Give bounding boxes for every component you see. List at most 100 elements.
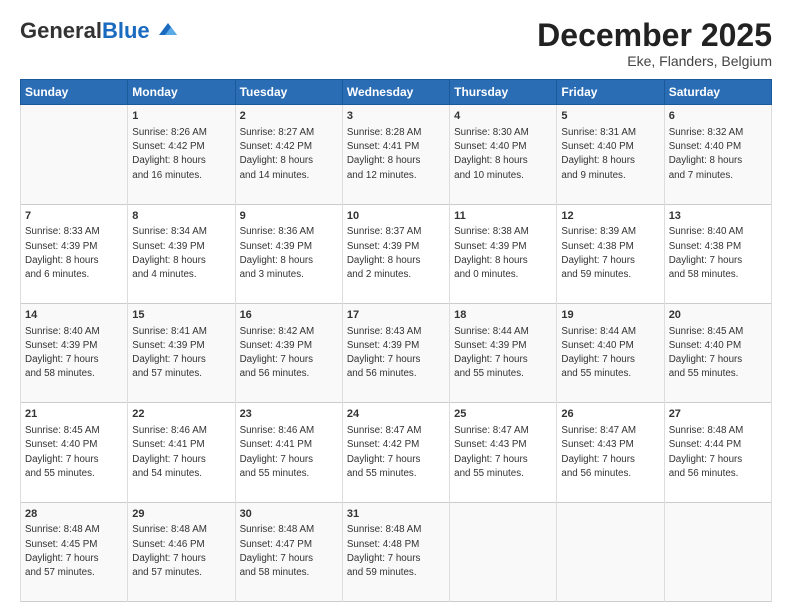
day-info: Sunrise: 8:43 AM Sunset: 4:39 PM Dayligh… [347,326,422,380]
logo-blue: Blue [102,18,150,43]
calendar-cell: 6Sunrise: 8:32 AM Sunset: 4:40 PM Daylig… [664,105,771,204]
day-of-week-header: Wednesday [342,80,449,105]
day-info: Sunrise: 8:41 AM Sunset: 4:39 PM Dayligh… [132,326,207,380]
calendar-cell: 29Sunrise: 8:48 AM Sunset: 4:46 PM Dayli… [128,502,235,601]
calendar-cell: 31 Sunrise: 8:48 AM Sunset: 4:48 PM Dayli… [342,502,449,601]
day-of-week-header: Monday [128,80,235,105]
day-info: Sunrise: 8:47 AM Sunset: 4:43 PM Dayligh… [454,425,529,479]
day-info: Sunrise: 8:45 AM Sunset: 4:40 PM Dayligh… [25,425,100,479]
day-number: 21 [25,407,123,422]
day-number: 15 [132,308,230,323]
day-number: 26 [561,407,659,422]
day-info: Sunrise: 8:44 AM Sunset: 4:39 PM Dayligh… [454,326,529,380]
day-info: Sunrise: 8:26 AM Sunset: 4:42 PM Dayligh… [132,127,207,181]
day-number: 9 [240,209,338,224]
calendar-cell: 14 Sunrise: 8:40 AM Sunset: 4:39 PM Dayli… [21,303,128,402]
calendar-week-row: 1 Sunrise: 8:26 AM Sunset: 4:42 PM Daylig… [21,105,772,204]
calendar-cell [450,502,557,601]
logo: GeneralBlue [20,18,179,43]
day-info: Sunrise: 8:38 AM Sunset: 4:39 PM Dayligh… [454,226,529,280]
calendar-cell: 19Sunrise: 8:44 AM Sunset: 4:40 PM Dayli… [557,303,664,402]
calendar-cell: 25 Sunrise: 8:47 AM Sunset: 4:43 PM Dayli… [450,403,557,502]
day-number: 22 [132,407,230,422]
day-number: 18 [454,308,552,323]
day-number: 2 [240,109,338,124]
calendar-cell: 3 Sunrise: 8:28 AM Sunset: 4:41 PM Daylig… [342,105,449,204]
day-of-week-header: Tuesday [235,80,342,105]
day-info: Sunrise: 8:48 AM Sunset: 4:44 PM Dayligh… [669,425,744,479]
calendar-week-row: 21 Sunrise: 8:45 AM Sunset: 4:40 PM Dayli… [21,403,772,502]
calendar-cell: 17 Sunrise: 8:43 AM Sunset: 4:39 PM Dayli… [342,303,449,402]
day-of-week-header: Sunday [21,80,128,105]
calendar-cell: 1 Sunrise: 8:26 AM Sunset: 4:42 PM Daylig… [128,105,235,204]
day-number: 27 [669,407,767,422]
calendar-cell: 30 Sunrise: 8:48 AM Sunset: 4:47 PM Dayli… [235,502,342,601]
day-info: Sunrise: 8:48 AM Sunset: 4:48 PM Dayligh… [347,524,422,578]
calendar-cell: 4Sunrise: 8:30 AM Sunset: 4:40 PM Daylig… [450,105,557,204]
day-number: 12 [561,209,659,224]
calendar-week-row: 7Sunrise: 8:33 AM Sunset: 4:39 PM Daylig… [21,204,772,303]
day-info: Sunrise: 8:32 AM Sunset: 4:40 PM Dayligh… [669,127,744,181]
location: Eke, Flanders, Belgium [537,53,772,69]
day-info: Sunrise: 8:46 AM Sunset: 4:41 PM Dayligh… [132,425,207,479]
day-info: Sunrise: 8:44 AM Sunset: 4:40 PM Dayligh… [561,326,636,380]
day-info: Sunrise: 8:47 AM Sunset: 4:42 PM Dayligh… [347,425,422,479]
day-of-week-header: Thursday [450,80,557,105]
month-title: December 2025 [537,18,772,53]
calendar-cell: 2Sunrise: 8:27 AM Sunset: 4:42 PM Daylig… [235,105,342,204]
calendar-cell: 9 Sunrise: 8:36 AM Sunset: 4:39 PM Daylig… [235,204,342,303]
day-number: 25 [454,407,552,422]
day-info: Sunrise: 8:28 AM Sunset: 4:41 PM Dayligh… [347,127,422,181]
day-number: 17 [347,308,445,323]
day-info: Sunrise: 8:39 AM Sunset: 4:38 PM Dayligh… [561,226,636,280]
day-info: Sunrise: 8:33 AM Sunset: 4:39 PM Dayligh… [25,226,100,280]
day-number: 11 [454,209,552,224]
calendar-cell: 5Sunrise: 8:31 AM Sunset: 4:40 PM Daylig… [557,105,664,204]
day-info: Sunrise: 8:46 AM Sunset: 4:41 PM Dayligh… [240,425,315,479]
logo-general: General [20,18,102,43]
calendar-cell [557,502,664,601]
day-number: 30 [240,507,338,522]
day-number: 10 [347,209,445,224]
day-number: 23 [240,407,338,422]
day-info: Sunrise: 8:37 AM Sunset: 4:39 PM Dayligh… [347,226,422,280]
day-number: 3 [347,109,445,124]
day-info: Sunrise: 8:36 AM Sunset: 4:39 PM Dayligh… [240,226,315,280]
day-info: Sunrise: 8:42 AM Sunset: 4:39 PM Dayligh… [240,326,315,380]
calendar-cell: 13 Sunrise: 8:40 AM Sunset: 4:38 PM Dayli… [664,204,771,303]
calendar-cell: 22 Sunrise: 8:46 AM Sunset: 4:41 PM Dayli… [128,403,235,502]
day-info: Sunrise: 8:48 AM Sunset: 4:46 PM Dayligh… [132,524,207,578]
calendar-week-row: 28 Sunrise: 8:48 AM Sunset: 4:45 PM Dayli… [21,502,772,601]
day-number: 1 [132,109,230,124]
day-info: Sunrise: 8:48 AM Sunset: 4:47 PM Dayligh… [240,524,315,578]
day-of-week-header: Saturday [664,80,771,105]
title-block: December 2025 Eke, Flanders, Belgium [537,18,772,69]
calendar-cell [21,105,128,204]
day-info: Sunrise: 8:40 AM Sunset: 4:39 PM Dayligh… [25,326,100,380]
day-number: 14 [25,308,123,323]
day-number: 28 [25,507,123,522]
day-number: 31 [347,507,445,522]
day-of-week-header: Friday [557,80,664,105]
day-info: Sunrise: 8:34 AM Sunset: 4:39 PM Dayligh… [132,226,207,280]
calendar-cell: 23 Sunrise: 8:46 AM Sunset: 4:41 PM Dayli… [235,403,342,502]
day-info: Sunrise: 8:48 AM Sunset: 4:45 PM Dayligh… [25,524,100,578]
calendar-week-row: 14 Sunrise: 8:40 AM Sunset: 4:39 PM Dayli… [21,303,772,402]
calendar-cell: 27 Sunrise: 8:48 AM Sunset: 4:44 PM Dayli… [664,403,771,502]
calendar-cell: 28 Sunrise: 8:48 AM Sunset: 4:45 PM Dayli… [21,502,128,601]
calendar-cell: 11 Sunrise: 8:38 AM Sunset: 4:39 PM Dayli… [450,204,557,303]
day-info: Sunrise: 8:31 AM Sunset: 4:40 PM Dayligh… [561,127,636,181]
day-number: 16 [240,308,338,323]
day-number: 13 [669,209,767,224]
day-info: Sunrise: 8:45 AM Sunset: 4:40 PM Dayligh… [669,326,744,380]
calendar-cell: 8Sunrise: 8:34 AM Sunset: 4:39 PM Daylig… [128,204,235,303]
day-number: 20 [669,308,767,323]
logo-text: GeneralBlue [20,18,179,43]
calendar-cell: 15 Sunrise: 8:41 AM Sunset: 4:39 PM Dayli… [128,303,235,402]
calendar-cell: 7Sunrise: 8:33 AM Sunset: 4:39 PM Daylig… [21,204,128,303]
logo-icon [157,21,179,39]
day-info: Sunrise: 8:40 AM Sunset: 4:38 PM Dayligh… [669,226,744,280]
calendar-cell: 26Sunrise: 8:47 AM Sunset: 4:43 PM Dayli… [557,403,664,502]
calendar-cell: 21 Sunrise: 8:45 AM Sunset: 4:40 PM Dayli… [21,403,128,502]
day-info: Sunrise: 8:30 AM Sunset: 4:40 PM Dayligh… [454,127,529,181]
